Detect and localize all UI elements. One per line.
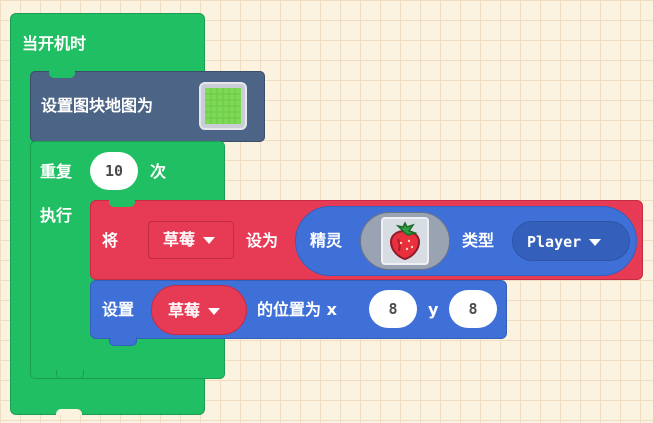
strawberry-sprite-icon — [389, 221, 421, 261]
set-sprite-to-label: 设为 — [246, 231, 279, 250]
repeat-times-label: 次 — [150, 162, 167, 181]
dropdown-caret-icon — [203, 237, 216, 244]
position-x-input[interactable]: 8 — [369, 290, 417, 328]
kind-label: 类型 — [462, 231, 495, 250]
set-position-block[interactable]: 设置 草莓 的位置为 x 8 y 8 — [90, 280, 507, 346]
on-start-label: 当开机时 — [22, 34, 87, 53]
tilemap-thumbnail-icon — [205, 88, 241, 124]
repeat-count-input[interactable]: 10 — [90, 152, 138, 190]
block-notch — [49, 71, 75, 78]
position-x-label: 的位置为 x — [257, 300, 337, 319]
sprite-variable-dropdown[interactable]: 草莓 — [148, 221, 234, 259]
set-tilemap-label: 设置图块地图为 — [41, 96, 154, 115]
block-notch — [56, 370, 84, 379]
repeat-label: 重复 — [40, 162, 73, 181]
position-variable-value: 草莓 — [168, 301, 201, 320]
sprite-thumbnail — [381, 217, 429, 265]
set-position-label: 设置 — [102, 300, 135, 319]
create-sprite-block[interactable]: 精灵 类型 Player — [295, 206, 637, 276]
dropdown-caret-icon — [589, 239, 602, 246]
block-notch — [56, 409, 82, 415]
position-y-label: y — [428, 300, 439, 319]
dropdown-caret-icon — [208, 308, 221, 315]
set-sprite-block[interactable]: 将 草莓 设为 精灵 类型 Player — [90, 200, 643, 280]
position-variable-dropdown[interactable]: 草莓 — [151, 285, 247, 335]
set-tilemap-block[interactable]: 设置图块地图为 — [30, 71, 265, 142]
sprite-label: 精灵 — [310, 231, 343, 250]
sprite-variable-value: 草莓 — [163, 230, 196, 249]
tilemap-thumbnail-button[interactable] — [199, 82, 247, 130]
position-y-input[interactable]: 8 — [449, 290, 497, 328]
sprite-image-picker[interactable] — [360, 212, 450, 270]
sprite-kind-dropdown[interactable]: Player — [512, 221, 630, 261]
sprite-kind-value: Player — [527, 233, 582, 251]
repeat-do-label: 执行 — [40, 206, 73, 225]
set-sprite-label: 将 — [102, 231, 119, 250]
block-notch — [109, 200, 135, 207]
block-notch — [109, 337, 137, 346]
